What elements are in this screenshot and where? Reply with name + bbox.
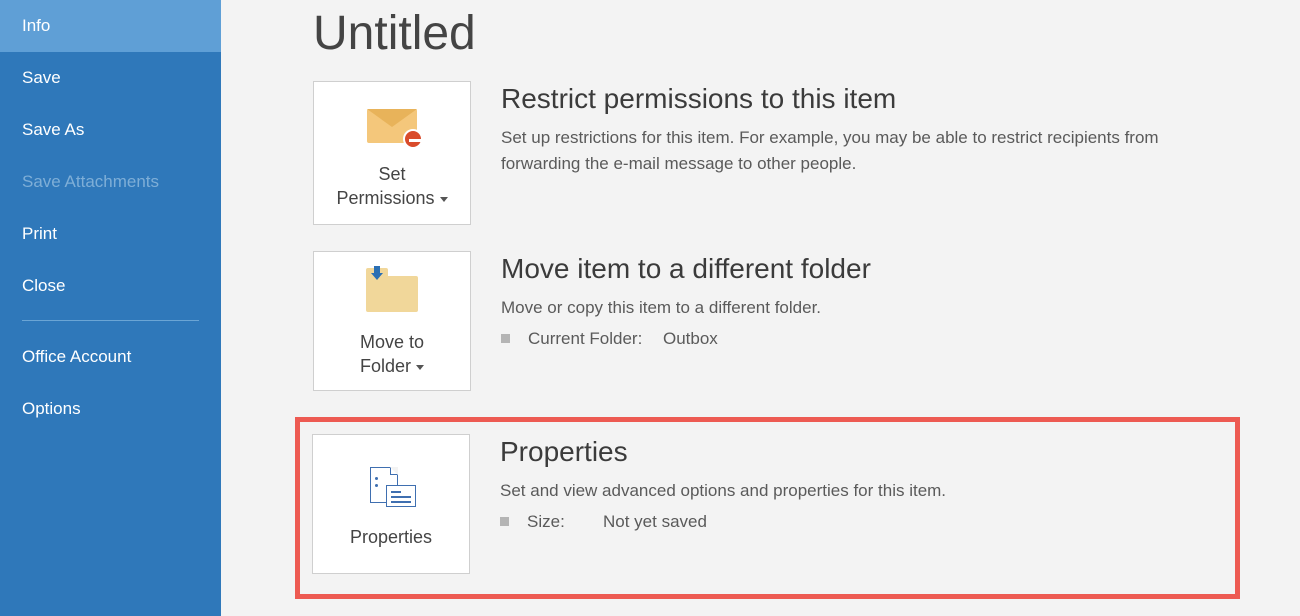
sidebar-item-close[interactable]: Close xyxy=(0,260,221,312)
sidebar-item-save[interactable]: Save xyxy=(0,52,221,104)
backstage-sidebar: Info Save Save As Save Attachments Print… xyxy=(0,0,221,616)
current-folder-label: Current Folder: xyxy=(528,329,663,349)
sidebar-item-options[interactable]: Options xyxy=(0,383,221,435)
properties-icon xyxy=(364,459,418,519)
permissions-content: Restrict permissions to this item Set up… xyxy=(501,81,1241,184)
bullet-icon xyxy=(500,517,509,526)
sidebar-divider xyxy=(22,320,199,321)
sidebar-item-office-account[interactable]: Office Account xyxy=(0,331,221,383)
size-value: Not yet saved xyxy=(603,512,707,532)
move-folder-icon xyxy=(366,264,418,324)
properties-button-label: Properties xyxy=(350,525,432,549)
set-permissions-label: Set Permissions xyxy=(336,162,447,211)
backstage-main: Untitled Set Permissions Restrict permis… xyxy=(221,0,1300,616)
permissions-description: Set up restrictions for this item. For e… xyxy=(501,125,1241,176)
move-content: Move item to a different folder Move or … xyxy=(501,251,871,349)
sidebar-item-save-as[interactable]: Save As xyxy=(0,104,221,156)
properties-content: Properties Set and view advanced options… xyxy=(500,434,946,532)
move-to-folder-label: Move to Folder xyxy=(360,330,424,379)
set-permissions-button[interactable]: Set Permissions xyxy=(313,81,471,225)
section-permissions: Set Permissions Restrict permissions to … xyxy=(313,81,1260,225)
size-label: Size: xyxy=(527,512,587,532)
properties-button[interactable]: Properties xyxy=(312,434,470,574)
move-heading: Move item to a different folder xyxy=(501,253,871,285)
sidebar-item-info[interactable]: Info xyxy=(0,0,221,52)
size-row: Size: Not yet saved xyxy=(500,512,946,532)
chevron-down-icon xyxy=(416,365,424,370)
permissions-heading: Restrict permissions to this item xyxy=(501,83,1241,115)
envelope-restrict-icon xyxy=(367,96,417,156)
sidebar-item-save-attachments: Save Attachments xyxy=(0,156,221,208)
properties-highlight: Properties Properties Set and view advan… xyxy=(295,417,1240,599)
current-folder-value: Outbox xyxy=(663,329,718,349)
chevron-down-icon xyxy=(440,197,448,202)
current-folder-row: Current Folder: Outbox xyxy=(501,329,871,349)
page-title: Untitled xyxy=(313,6,1260,61)
properties-description: Set and view advanced options and proper… xyxy=(500,478,946,504)
bullet-icon xyxy=(501,334,510,343)
section-move: Move to Folder Move item to a different … xyxy=(313,251,1260,391)
sidebar-item-print[interactable]: Print xyxy=(0,208,221,260)
properties-heading: Properties xyxy=(500,436,946,468)
move-to-folder-button[interactable]: Move to Folder xyxy=(313,251,471,391)
move-description: Move or copy this item to a different fo… xyxy=(501,295,871,321)
